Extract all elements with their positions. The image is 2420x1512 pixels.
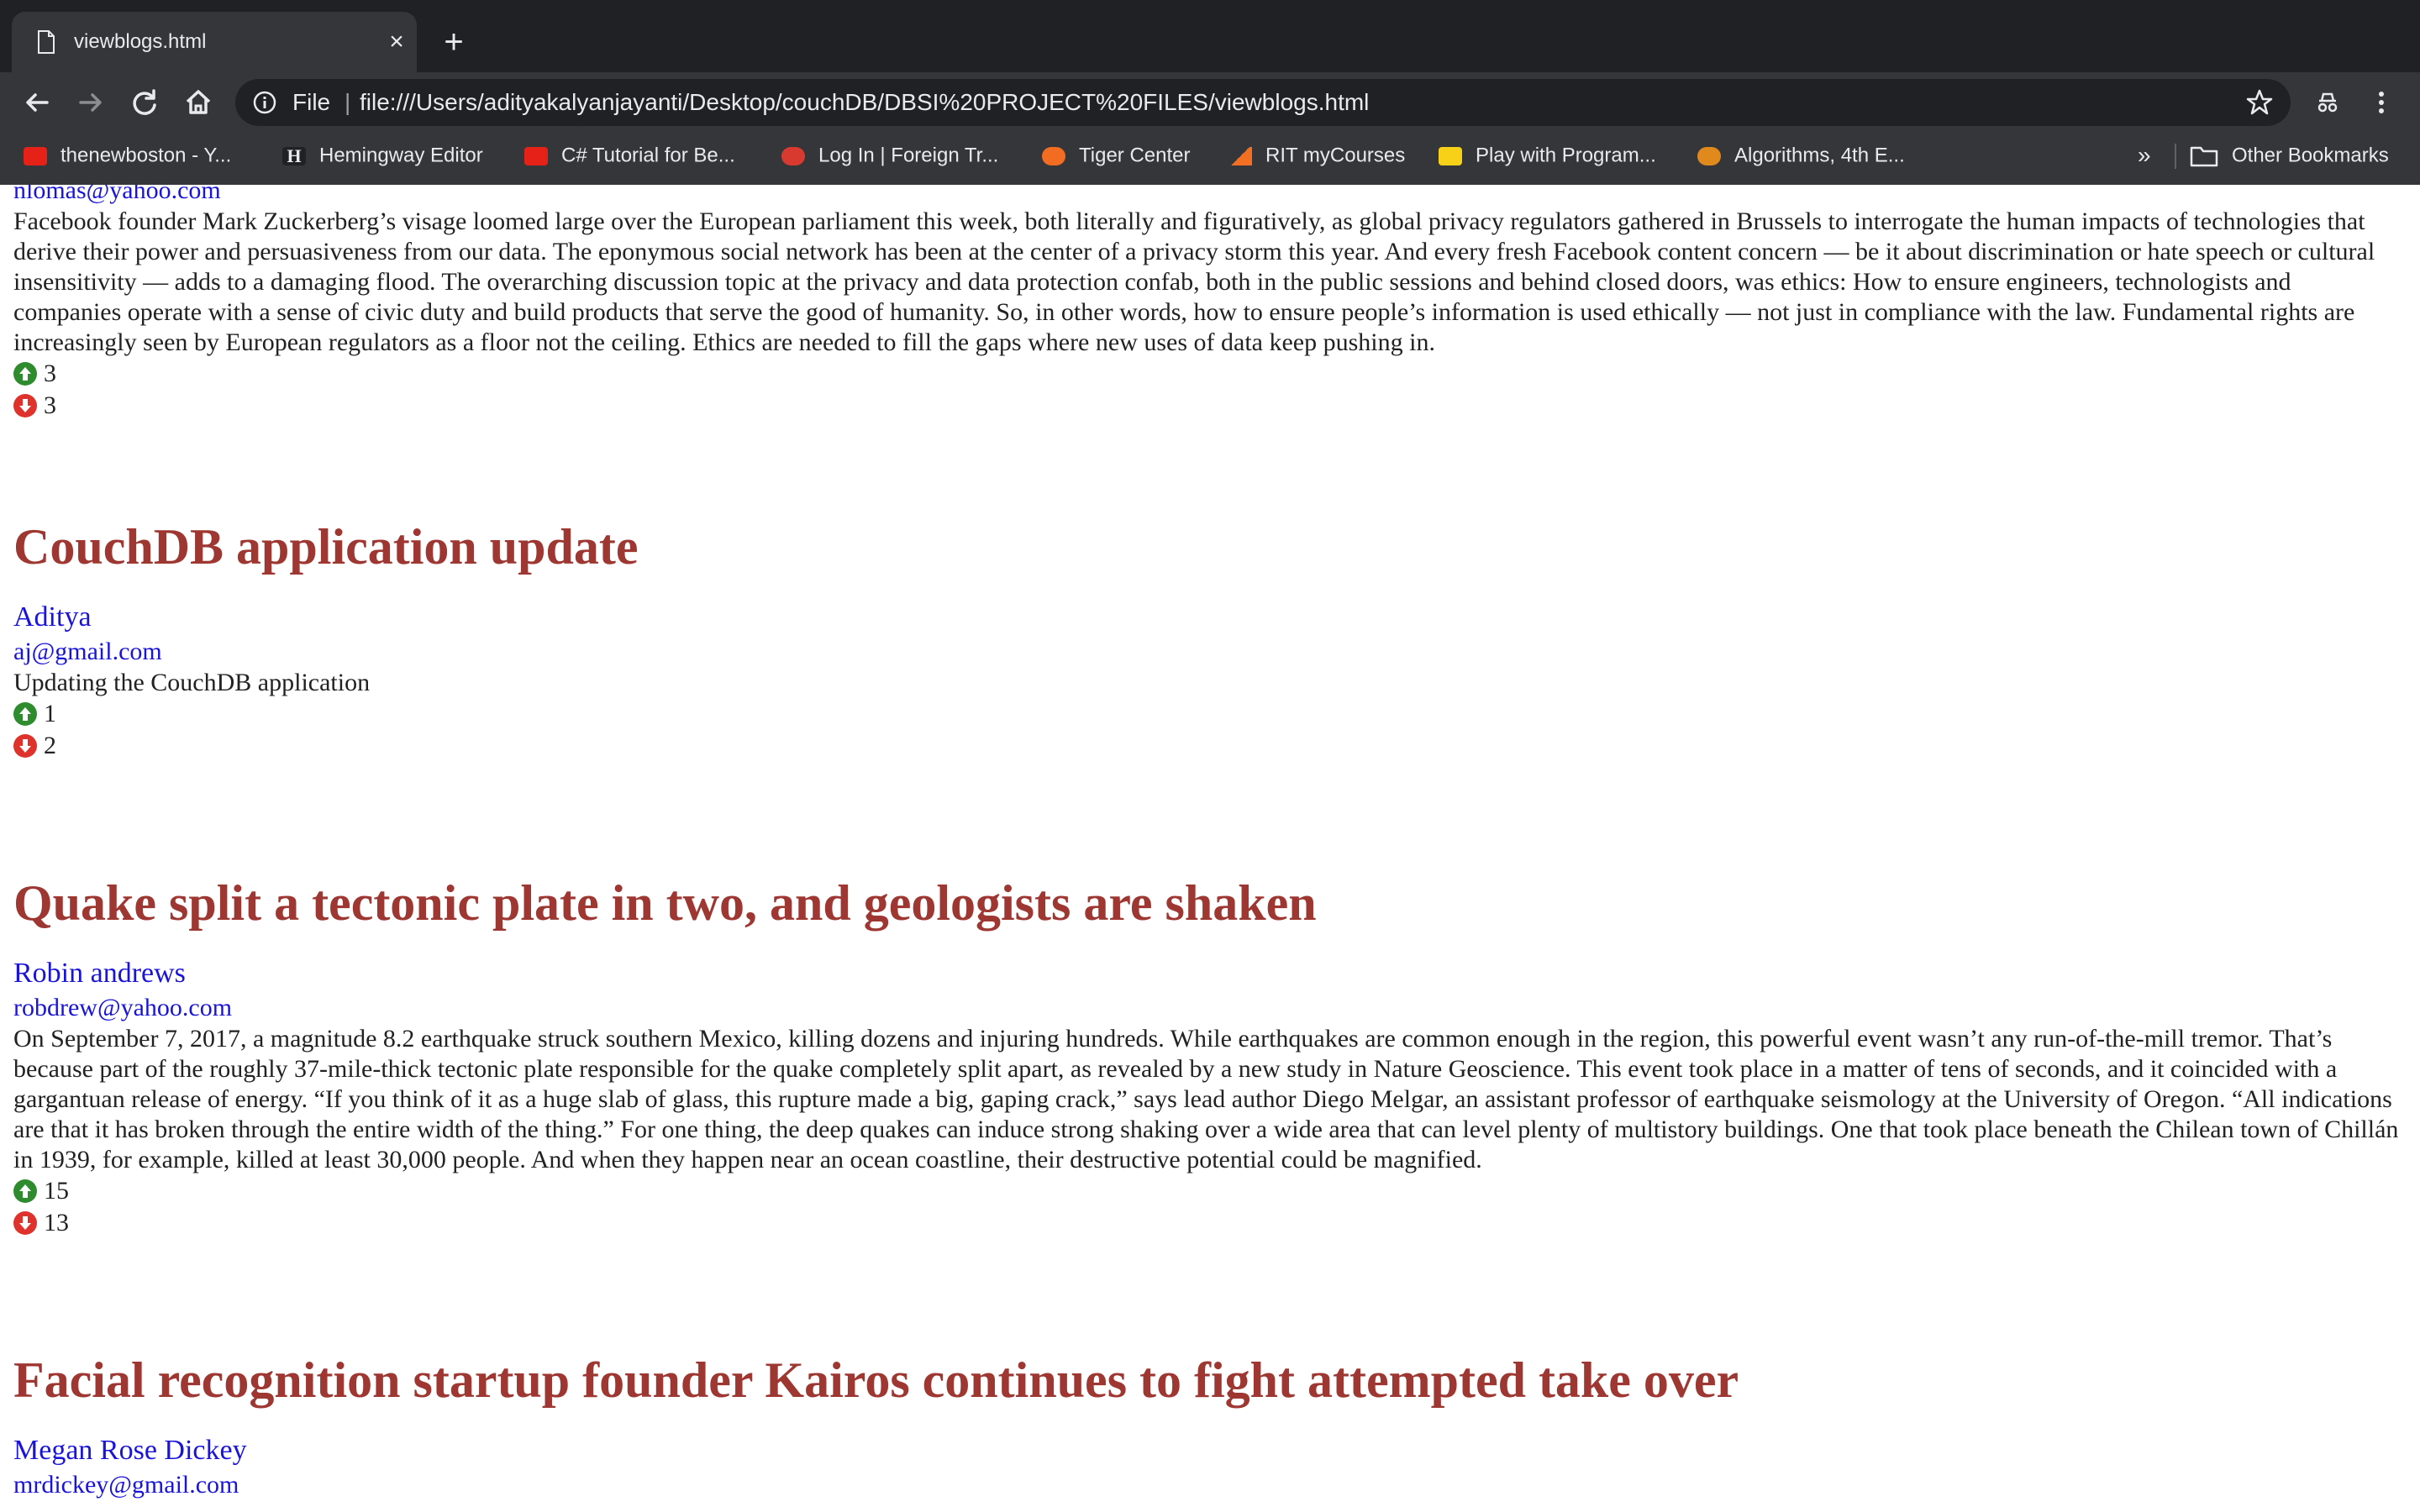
url-scheme-label: File bbox=[292, 89, 331, 115]
reload-icon[interactable] bbox=[126, 84, 163, 121]
post-title: CouchDB application update bbox=[13, 519, 639, 575]
url-separator: | bbox=[345, 89, 351, 115]
downvote-count: 3 bbox=[44, 391, 56, 419]
bookmark-thenewboston[interactable]: thenewboston - Y... bbox=[24, 141, 231, 170]
blog-post: Quake split a tectonic plate in two, and… bbox=[13, 873, 2400, 1239]
bookmark-tiger-center[interactable]: Tiger Center bbox=[1042, 141, 1191, 170]
upvote-icon[interactable] bbox=[13, 362, 37, 386]
other-bookmarks[interactable]: Other Bookmarks bbox=[2190, 141, 2389, 170]
bookmark-foreign-trade[interactable]: Log In | Foreign Tr... bbox=[781, 141, 998, 170]
play-program-icon bbox=[1439, 146, 1462, 165]
upvote-count: 15 bbox=[44, 1177, 69, 1205]
upvote-row: 1 bbox=[13, 698, 2400, 730]
browser-toolbar: File | file:///Users/adityakalyanjayanti… bbox=[0, 72, 2420, 133]
downvote-row: 3 bbox=[13, 390, 2400, 422]
browser-chrome: viewblogs.html × + File | file:///Users/… bbox=[0, 0, 2420, 185]
bookmark-rit-mycourses[interactable]: RIT myCourses bbox=[1228, 141, 1405, 170]
url-text[interactable]: file:///Users/adityakalyanjayanti/Deskto… bbox=[360, 89, 1369, 116]
post-author[interactable]: Aditya bbox=[13, 599, 2400, 636]
incognito-extension-icon[interactable] bbox=[2309, 84, 2346, 121]
downvote-row: 13 bbox=[13, 1207, 2400, 1239]
post-body: On September 7, 2017, a magnitude 8.2 ea… bbox=[13, 1025, 2399, 1173]
upvote-count: 1 bbox=[44, 700, 56, 727]
post-email: mrdickey@gmail.com bbox=[13, 1471, 239, 1499]
home-icon[interactable] bbox=[180, 84, 217, 121]
upvote-count: 3 bbox=[44, 360, 56, 387]
new-tab-button[interactable]: + bbox=[435, 24, 472, 60]
tab-viewblogs[interactable]: viewblogs.html × bbox=[12, 12, 417, 72]
mycourses-icon bbox=[1228, 146, 1252, 165]
downvote-count: 2 bbox=[44, 732, 56, 759]
downvote-icon[interactable] bbox=[13, 1211, 37, 1235]
post-email: robdrew@yahoo.com bbox=[13, 994, 233, 1021]
post-title: Quake split a tectonic plate in two, and… bbox=[13, 875, 1317, 931]
hemingway-icon: H bbox=[282, 146, 306, 165]
foreign-tr-icon bbox=[781, 146, 805, 165]
upvote-icon[interactable] bbox=[13, 702, 37, 726]
post-email: aj@gmail.com bbox=[13, 638, 162, 665]
post-body: Updating the CouchDB application bbox=[13, 669, 371, 696]
post-author[interactable]: Megan Rose Dickey bbox=[13, 1432, 2400, 1469]
post-email: nlomas@yahoo.com bbox=[13, 185, 221, 204]
file-icon bbox=[38, 30, 55, 54]
upvote-row: 3 bbox=[13, 358, 2400, 390]
youtube-icon bbox=[524, 146, 548, 165]
info-icon[interactable] bbox=[252, 90, 277, 115]
tab-title: viewblogs.html bbox=[74, 30, 207, 53]
back-icon[interactable] bbox=[18, 84, 55, 121]
bookmark-algorithms[interactable]: Algorithms, 4th E... bbox=[1697, 141, 1905, 170]
downvote-count: 13 bbox=[44, 1209, 69, 1236]
post-body: Facebook founder Mark Zuckerberg’s visag… bbox=[13, 207, 2375, 356]
blog-post: Facial recognition startup founder Kairo… bbox=[13, 1350, 2400, 1501]
bookmark-star-icon[interactable] bbox=[2245, 86, 2274, 119]
downvote-row: 2 bbox=[13, 730, 2400, 762]
youtube-icon bbox=[24, 146, 47, 165]
close-tab-icon[interactable]: × bbox=[381, 27, 412, 57]
post-title: Facial recognition startup founder Kairo… bbox=[13, 1352, 1739, 1408]
bookmark-hemingway[interactable]: H Hemingway Editor bbox=[282, 141, 483, 170]
downvote-icon[interactable] bbox=[13, 394, 37, 417]
bookmarks-overflow-button[interactable]: » bbox=[2138, 141, 2151, 170]
bookmark-csharp-tutorial[interactable]: C# Tutorial for Be... bbox=[524, 141, 735, 170]
algorithms-icon bbox=[1697, 146, 1721, 165]
tiger-icon bbox=[1042, 146, 1065, 165]
folder-icon bbox=[2190, 146, 2218, 166]
forward-icon[interactable] bbox=[72, 84, 109, 121]
blog-page: nlomas@yahoo.com Facebook founder Mark Z… bbox=[0, 185, 2420, 1512]
post-author[interactable]: Robin andrews bbox=[13, 955, 2400, 992]
bookmark-play-with-program[interactable]: Play with Program... bbox=[1439, 141, 1656, 170]
bookmarks-bar: thenewboston - Y... H Hemingway Editor C#… bbox=[0, 136, 2420, 173]
address-bar[interactable]: File | file:///Users/adityakalyanjayanti… bbox=[235, 79, 2291, 126]
blog-post: CouchDB application update Aditya aj@gma… bbox=[13, 517, 2400, 762]
downvote-icon[interactable] bbox=[13, 734, 37, 758]
tab-strip: viewblogs.html × + bbox=[0, 0, 2420, 72]
menu-kebab-icon[interactable] bbox=[2363, 84, 2400, 121]
upvote-icon[interactable] bbox=[13, 1179, 37, 1203]
blog-post: nlomas@yahoo.com Facebook founder Mark Z… bbox=[13, 185, 2400, 422]
bookmark-divider bbox=[2175, 141, 2176, 170]
upvote-row: 15 bbox=[13, 1175, 2400, 1207]
